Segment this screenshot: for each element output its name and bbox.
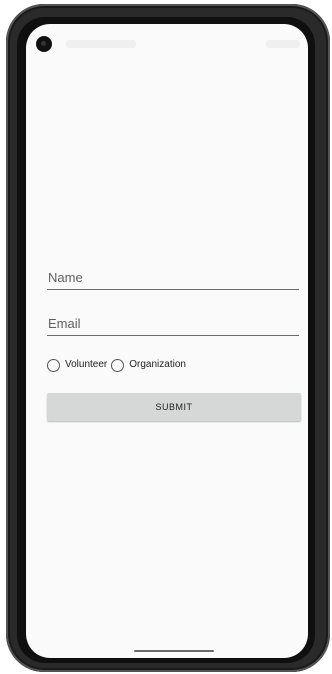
name-field-hint: Name bbox=[48, 270, 83, 285]
radio-organization[interactable]: Organization bbox=[111, 358, 186, 372]
status-bar-left bbox=[66, 40, 136, 48]
name-field-underline bbox=[47, 289, 299, 290]
front-camera-icon bbox=[36, 36, 52, 52]
email-field-hint: Email bbox=[48, 316, 81, 331]
submit-button[interactable]: SUBMIT bbox=[47, 393, 301, 421]
name-field[interactable]: Name bbox=[47, 270, 299, 290]
email-field-underline bbox=[47, 335, 299, 336]
radio-volunteer-label: Volunteer bbox=[65, 359, 108, 370]
home-indicator[interactable] bbox=[134, 650, 214, 652]
radio-unchecked-icon bbox=[47, 358, 60, 372]
radio-unchecked-icon bbox=[111, 358, 125, 372]
radio-volunteer[interactable]: Volunteer bbox=[47, 358, 107, 372]
status-bar-right bbox=[266, 40, 300, 48]
email-field[interactable]: Email bbox=[47, 316, 299, 336]
app-screen: Name Email Volunteer Organization SUBMIT bbox=[26, 24, 308, 658]
radio-organization-label: Organization bbox=[129, 359, 186, 370]
device-frame: Name Email Volunteer Organization SUBMIT bbox=[0, 0, 332, 674]
role-radio-group: Volunteer Organization bbox=[47, 356, 190, 374]
